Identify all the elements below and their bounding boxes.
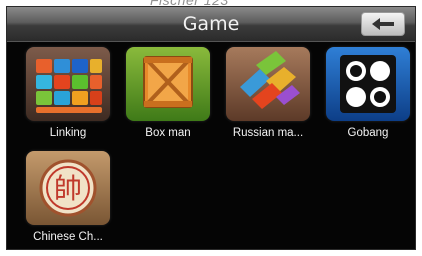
back-button[interactable]: [361, 12, 405, 36]
app-label: Russian ma...: [232, 127, 304, 139]
app-linking[interactable]: Linking: [19, 47, 117, 139]
back-arrow-icon: [372, 18, 394, 30]
app-russian[interactable]: Russian ma...: [219, 47, 317, 139]
game-screen: Game Linking Box man Russian ma... Goban…: [6, 6, 416, 250]
app-gobang[interactable]: Gobang: [319, 47, 415, 139]
page-title: Game: [182, 13, 240, 35]
chinese-chess-icon: 帥: [26, 151, 110, 225]
app-chinese-chess[interactable]: 帥 Chinese Ch...: [19, 151, 117, 243]
app-label: Linking: [49, 127, 87, 139]
app-box-man[interactable]: Box man: [119, 47, 217, 139]
gobang-icon: [326, 47, 410, 121]
app-label: Box man: [145, 127, 191, 139]
title-bar: Game: [7, 7, 415, 42]
box-man-icon: [126, 47, 210, 121]
linking-icon: [26, 47, 110, 121]
app-label: Chinese Ch...: [33, 231, 103, 243]
app-label: Gobang: [347, 127, 389, 139]
chess-glyph: 帥: [54, 172, 82, 205]
russian-blocks-icon: [226, 47, 310, 121]
